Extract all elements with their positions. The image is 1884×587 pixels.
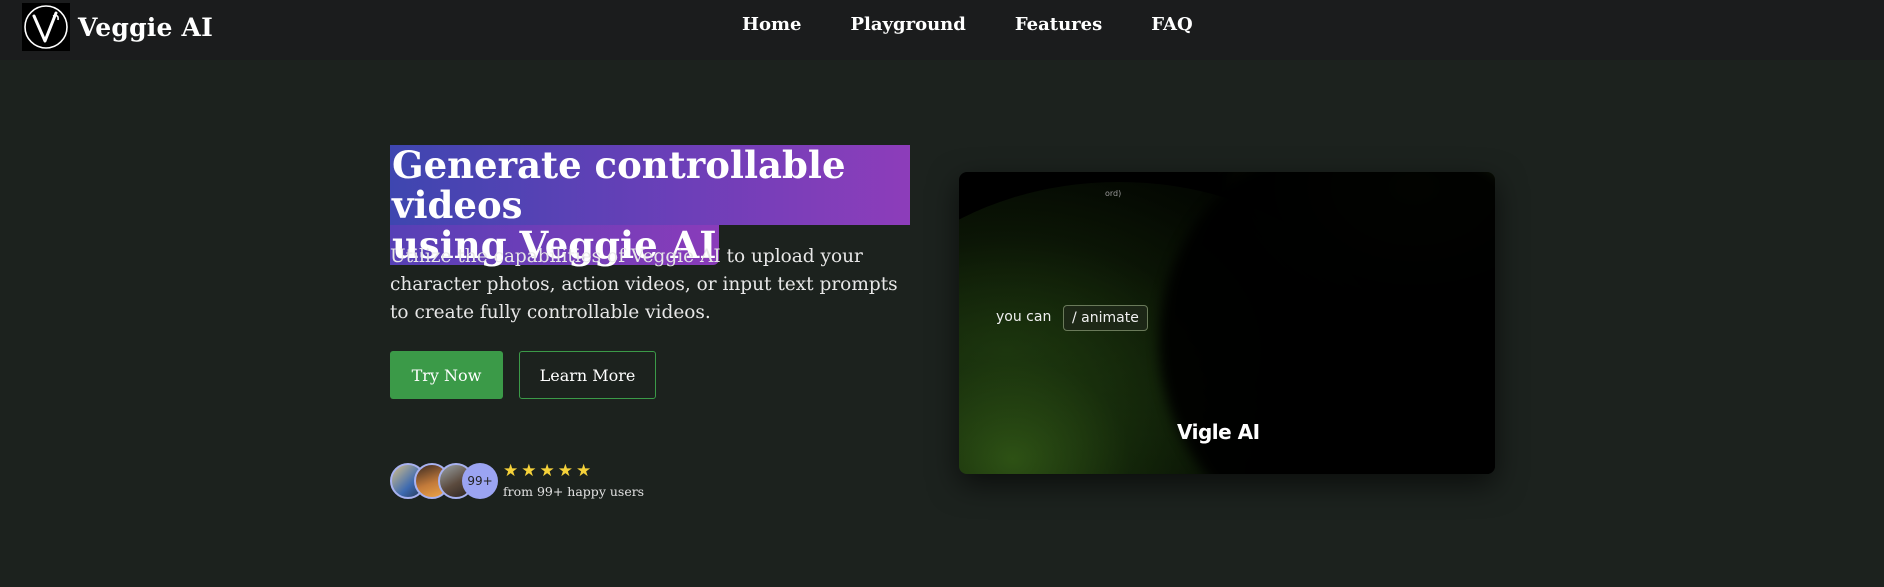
star-rating-icon: ★★★★★ bbox=[503, 461, 595, 481]
video-command-pill: / animate bbox=[1063, 305, 1148, 331]
video-watermark: Vigle AI bbox=[1177, 420, 1260, 444]
hero-description: Utilize the capabilities of Veggie AI to… bbox=[390, 246, 898, 323]
demo-video[interactable]: ord) you can / animate Vigle AI bbox=[959, 172, 1495, 474]
headline-line-1: Generate controllable videos bbox=[390, 145, 910, 225]
video-you-can-text: you can bbox=[996, 309, 1052, 325]
try-now-button[interactable]: Try Now bbox=[390, 351, 503, 399]
video-caption-fragment: ord) bbox=[1105, 189, 1122, 198]
happy-users-text: from 99+ happy users bbox=[503, 484, 645, 499]
hero-background bbox=[0, 60, 1884, 587]
learn-more-button[interactable]: Learn More bbox=[519, 351, 656, 399]
user-avatars: 99+ bbox=[390, 463, 500, 499]
avatar-count-badge: 99+ bbox=[462, 463, 498, 499]
